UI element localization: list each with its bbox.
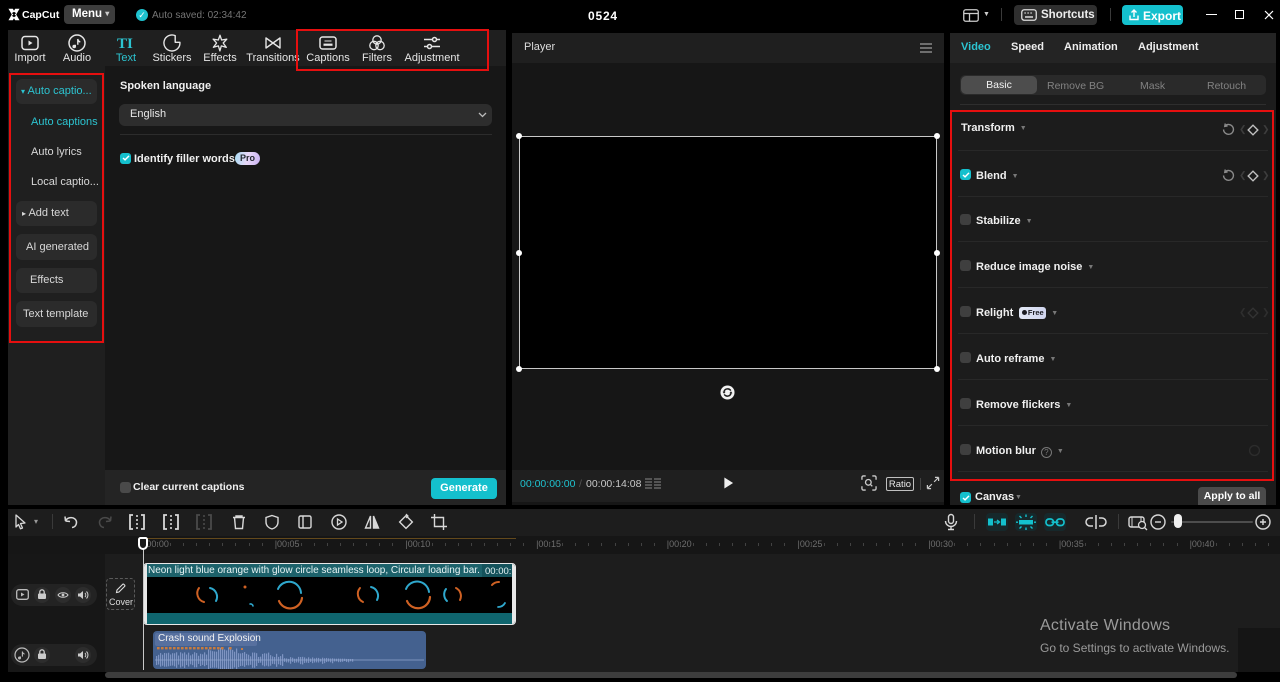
svg-text:TI: TI	[117, 36, 133, 52]
